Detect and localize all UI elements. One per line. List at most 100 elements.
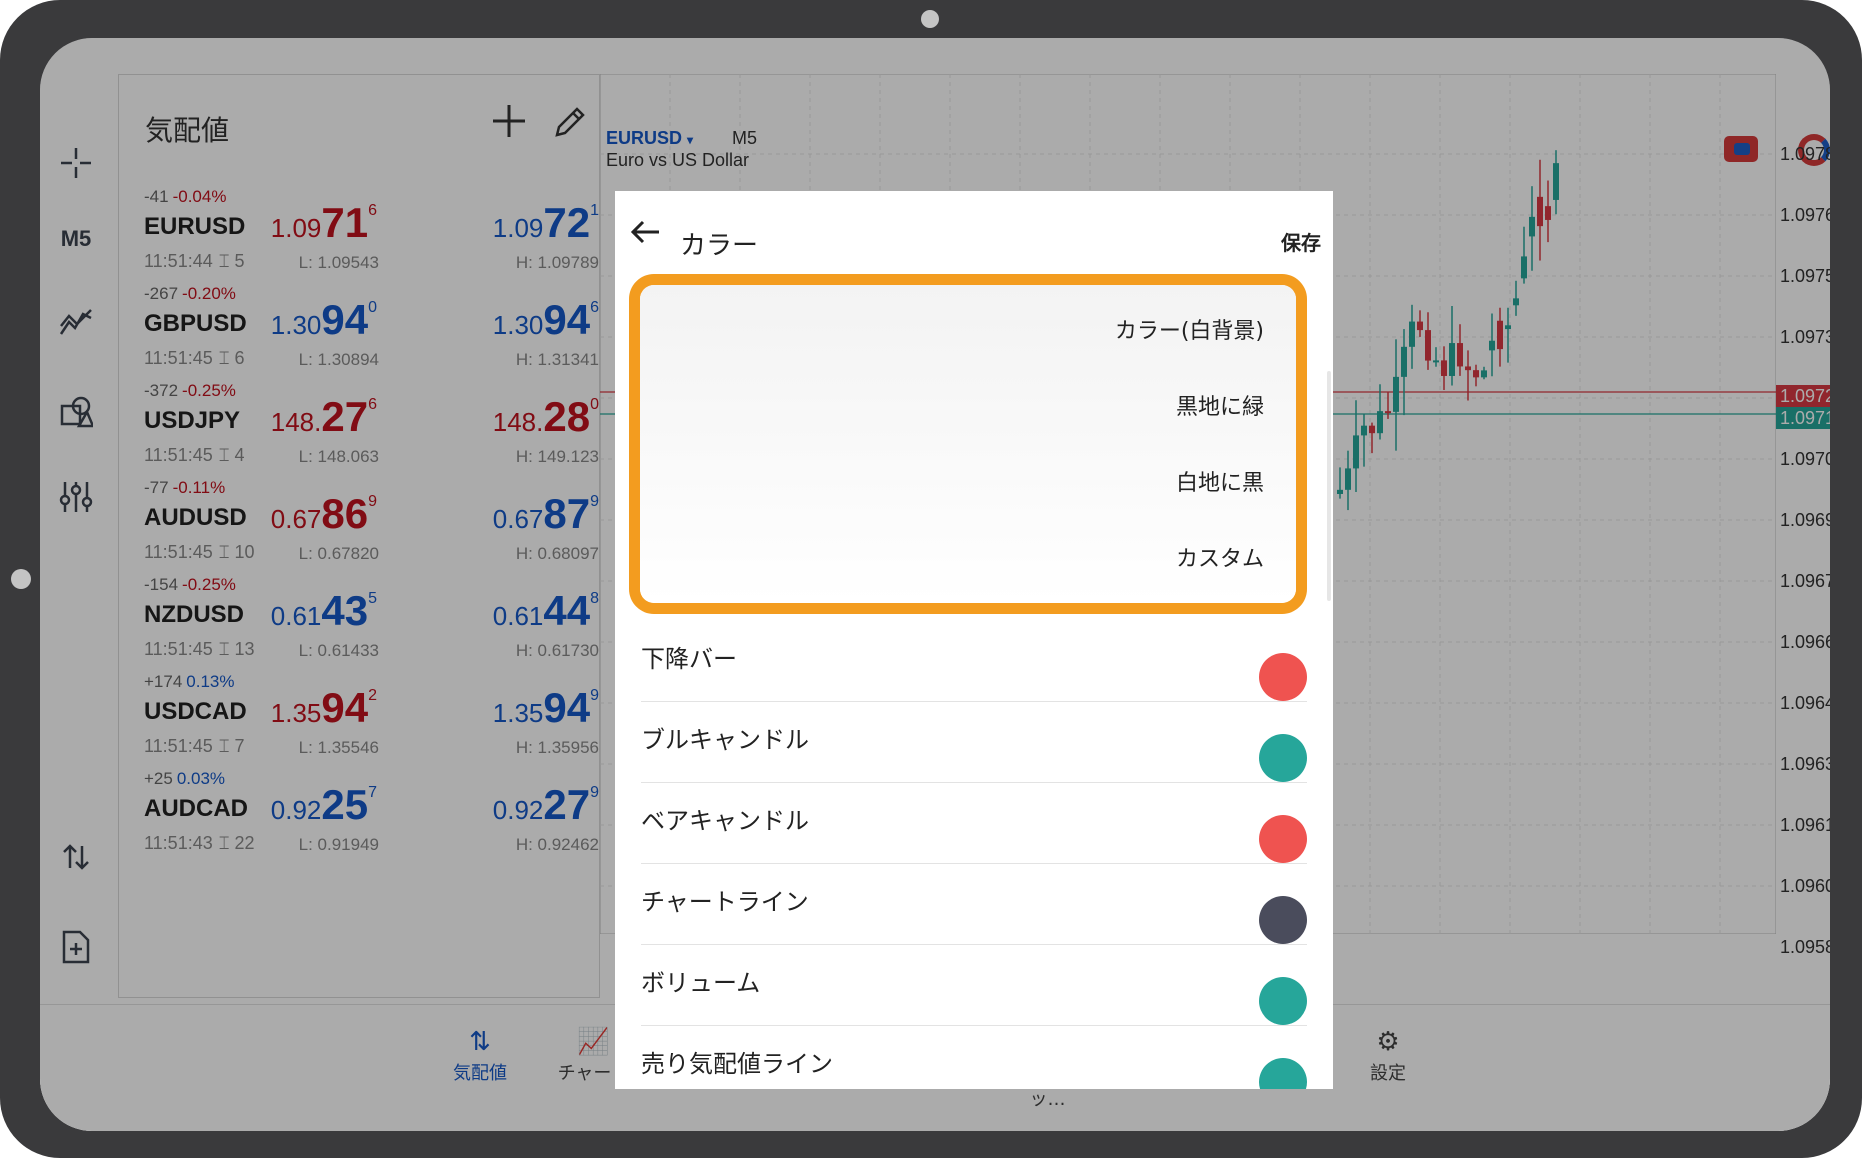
- spread-icon: ⌶: [218, 542, 235, 562]
- candle-body: [1425, 330, 1431, 361]
- color-swatch[interactable]: [1259, 734, 1307, 782]
- save-button[interactable]: 保存: [1281, 227, 1321, 256]
- quote-symbol: AUDUSD: [144, 504, 247, 531]
- candle-body: [1497, 320, 1503, 350]
- bid-price: 148.276: [271, 393, 377, 441]
- color-setting-row[interactable]: 売り気配値ライン: [641, 1026, 1307, 1089]
- trading-app-icon[interactable]: [1724, 136, 1758, 162]
- ask-price-prefix: 0.92: [492, 795, 544, 825]
- low-price: L: 0.61433: [298, 641, 379, 660]
- candle-body: [1513, 298, 1519, 306]
- quote-timestamp: 11:51:45: [144, 348, 213, 368]
- change-percent: -0.11%: [172, 478, 226, 497]
- price-label: 1.09765: [1780, 205, 1830, 225]
- color-swatch[interactable]: [1259, 815, 1307, 863]
- price-label: 1.09660: [1780, 632, 1830, 652]
- quote-symbol: USDJPY: [144, 407, 241, 434]
- sliders-icon[interactable]: [53, 474, 99, 520]
- spread-value: 6: [234, 348, 245, 368]
- quote-time: 11:51:45 ⌶ 4: [144, 445, 245, 466]
- chart-symbol[interactable]: EURUSD ▾: [606, 128, 693, 149]
- quote-change: +25 0.03%: [144, 769, 225, 789]
- color-setting-row[interactable]: 下降バー: [641, 621, 1307, 702]
- ask-price-tag: 1.09721: [1776, 385, 1830, 407]
- back-arrow-icon[interactable]: [629, 215, 667, 253]
- color-swatch[interactable]: [1259, 977, 1307, 1025]
- spread-value: 5: [234, 251, 245, 271]
- quotes-panel: 気配値 -41 -0.04% EURUSD 11:51:44 ⌶ 5 1.09716 1.0…: [118, 74, 600, 998]
- color-setting-row[interactable]: ブルキャンドル: [641, 702, 1307, 783]
- up-down-arrows-icon[interactable]: [53, 834, 99, 880]
- nav-item[interactable]: ⇅ 気配値: [430, 1025, 530, 1085]
- color-setting-row[interactable]: チャートライン: [641, 864, 1307, 945]
- quote-symbol: USDCAD: [144, 698, 247, 725]
- candle-body: [1457, 343, 1463, 367]
- nav-label: 設定: [1370, 1063, 1406, 1084]
- price-label: 1.09735: [1780, 327, 1830, 347]
- shapes-icon[interactable]: [53, 388, 99, 434]
- quote-time: 11:51:45 ⌶ 10: [144, 542, 255, 563]
- timeframe-button[interactable]: M5: [53, 216, 99, 262]
- ask-price: 1.35949: [493, 684, 599, 732]
- quote-row[interactable]: +25 0.03% AUDCAD 11:51:43 ⌶ 22 0.92257 0.92279…: [119, 757, 601, 872]
- ask-price-prefix: 148.: [492, 407, 544, 437]
- color-swatch[interactable]: [1259, 896, 1307, 944]
- bid-price: 1.30940: [271, 296, 377, 344]
- candle-body: [1377, 411, 1383, 434]
- bid-price-pips: 94: [321, 684, 369, 731]
- bid-price-pips: 71: [321, 199, 369, 246]
- candle-body: [1345, 468, 1351, 490]
- nav-item[interactable]: ⚙ 設定: [1338, 1025, 1438, 1085]
- color-scheme-option[interactable]: カラー(白背景): [1115, 313, 1264, 345]
- color-scheme-option[interactable]: カスタム: [1176, 541, 1264, 573]
- side-button: [11, 569, 31, 589]
- candle-body: [1521, 256, 1527, 279]
- document-plus-icon[interactable]: [53, 924, 99, 970]
- change-points: -372: [144, 381, 179, 400]
- ask-price-pips: 94: [543, 684, 591, 731]
- spread-value: 13: [234, 639, 255, 659]
- quote-change: -154 -0.25%: [144, 575, 236, 595]
- color-setting-row[interactable]: ベアキャンドル: [641, 783, 1307, 864]
- ask-price: 0.92279: [493, 781, 599, 829]
- color-scheme-option[interactable]: 白地に黒: [1176, 465, 1264, 497]
- dropdown-caret-icon: ▾: [687, 133, 694, 147]
- quote-change: -41 -0.04%: [144, 187, 226, 207]
- bid-price-fraction: 5: [368, 590, 377, 607]
- high-price: H: 0.61730: [515, 641, 599, 660]
- bid-price-prefix: 148.: [270, 407, 322, 437]
- color-swatch[interactable]: [1259, 653, 1307, 701]
- change-percent: -0.20%: [182, 284, 236, 303]
- bid-price: 1.35942: [271, 684, 377, 732]
- candle-body: [1529, 216, 1535, 237]
- price-label: 1.09675: [1780, 571, 1830, 591]
- add-symbol-button[interactable]: [489, 101, 529, 149]
- quote-timestamp: 11:51:43: [144, 833, 213, 853]
- bid-price-fraction: 0: [368, 299, 377, 316]
- gear-icon: ⚙: [1376, 1027, 1400, 1057]
- color-scheme-option[interactable]: 黒地に緑: [1176, 389, 1264, 421]
- low-price: L: 1.09543: [298, 253, 379, 272]
- color-swatch[interactable]: [1259, 1058, 1307, 1089]
- bid-price-fraction: 7: [368, 784, 377, 801]
- change-points: +174: [144, 672, 183, 691]
- price-label: 1.09690: [1780, 510, 1830, 530]
- indicator-icon[interactable]: [53, 300, 99, 346]
- color-setting-label: チャートライン: [641, 888, 809, 916]
- bid-price-prefix: 0.92: [270, 795, 322, 825]
- up-down-arrows-icon: ⇅: [469, 1027, 491, 1057]
- color-setting-row[interactable]: ボリューム: [641, 945, 1307, 1026]
- bid-price-pips: 25: [321, 781, 369, 828]
- candle-body: [1481, 370, 1487, 378]
- candle-body: [1369, 425, 1375, 434]
- app-screen: M5 気配値 -41-0.04% EURUSD 11:51:44 ⌶ 5 1.0…: [40, 38, 1830, 1131]
- ask-price: 0.67879: [493, 490, 599, 538]
- quotes-title: 気配値: [145, 114, 230, 147]
- ask-price-pips: 94: [543, 296, 591, 343]
- crosshair-icon[interactable]: [53, 140, 99, 186]
- pencil-icon[interactable]: [551, 105, 591, 145]
- bid-price-pips: 94: [321, 296, 369, 343]
- bid-price: 1.09716: [271, 199, 377, 247]
- price-label: 1.09780: [1780, 144, 1830, 164]
- scrollbar[interactable]: [1327, 371, 1331, 601]
